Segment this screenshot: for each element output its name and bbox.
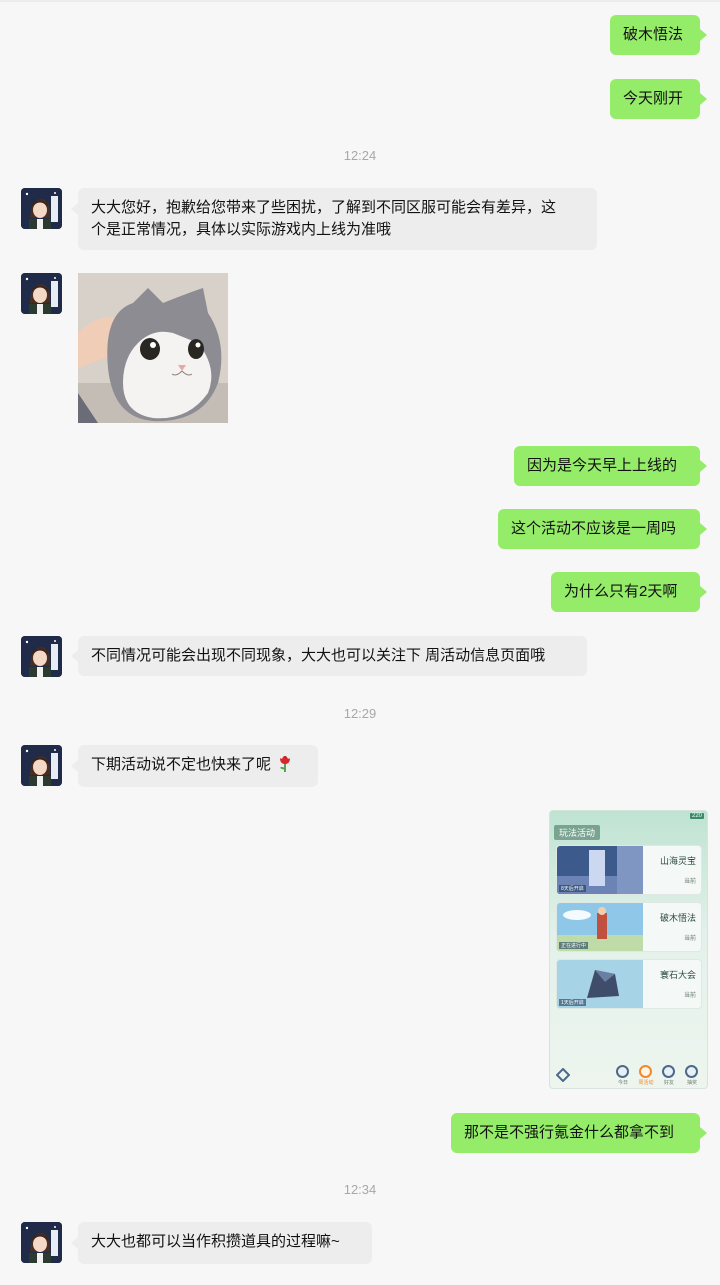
dock-icon	[616, 1065, 629, 1078]
their-message-bubble[interactable]: 大大也都可以当作积攒道具的过程嘛~	[78, 1222, 372, 1264]
bubble-tail	[700, 29, 707, 41]
activity-tag: 1天后开启	[559, 999, 586, 1006]
game-screenshot-image[interactable]: 220 玩法活动 山海灵宝 当前 8天后开启 破木悟法 当前 正在进行中 寰石大…	[549, 810, 708, 1089]
their-message-bubble[interactable]: 大大您好，抱歉给您带来了些困扰，了解到不同区服可能会有差异，这 个是正常情况，具…	[78, 188, 597, 250]
bubble-tail	[700, 586, 707, 598]
dock-icon	[662, 1065, 675, 1078]
bubble-tail	[700, 1127, 707, 1139]
dock-label: 周活动	[638, 1080, 654, 1086]
activity-card: 破木悟法 当前 正在进行中	[556, 902, 702, 952]
message-text: 下期活动说不定也快来了呢	[91, 756, 272, 773]
screenshot-clock: 220	[689, 813, 704, 819]
anime-avatar-icon	[21, 188, 62, 229]
their-message-bubble[interactable]: 下期活动说不定也快来了呢	[78, 745, 318, 787]
activity-sub: 当前	[683, 879, 696, 885]
my-message-bubble[interactable]: 破木悟法	[610, 15, 700, 55]
timestamp: 12:29	[343, 706, 377, 721]
avatar[interactable]	[21, 636, 62, 677]
activity-title: 破木悟法	[659, 913, 696, 923]
diamond-menu-icon	[556, 1068, 570, 1082]
bubble-tail	[71, 203, 78, 215]
bubble-tail	[71, 760, 78, 772]
anime-avatar-icon	[21, 745, 62, 786]
my-message-bubble[interactable]: 这个活动不应该是一周吗	[498, 509, 700, 549]
my-message-bubble[interactable]: 因为是今天早上上线的	[514, 446, 700, 486]
my-message-bubble[interactable]: 为什么只有2天啊	[551, 572, 700, 612]
timestamp: 12:34	[343, 1182, 377, 1197]
cat-picture	[78, 273, 228, 423]
dock-label: 抽奖	[686, 1080, 697, 1086]
activity-tag: 8天后开启	[559, 885, 586, 892]
anime-avatar-icon	[21, 273, 62, 314]
anime-avatar-icon	[21, 636, 62, 677]
my-message-bubble[interactable]: 今天刚开	[610, 79, 700, 119]
their-message-bubble[interactable]: 不同情况可能会出现不同现象，大大也可以关注下 周活动信息页面哦	[78, 636, 587, 676]
timestamp: 12:24	[343, 148, 377, 163]
rose-emoji-icon	[280, 756, 291, 772]
anime-avatar-icon	[21, 1222, 62, 1263]
activity-tag: 正在进行中	[559, 942, 589, 949]
message-line: 大大您好，抱歉给您带来了些困扰，了解到不同区服可能会有差异，这	[91, 199, 557, 216]
dock-icon	[685, 1065, 698, 1078]
activity-card: 寰石大会 当前 1天后开启	[556, 959, 702, 1009]
activity-sub: 当前	[683, 993, 696, 999]
avatar[interactable]	[21, 1222, 62, 1263]
bubble-tail	[71, 650, 78, 662]
avatar[interactable]	[21, 745, 62, 786]
avatar[interactable]	[21, 188, 62, 229]
dock-label: 今日	[617, 1080, 628, 1086]
dock-label: 好友	[663, 1080, 674, 1086]
dock-icon-active	[639, 1065, 652, 1078]
screenshot-bottom-dock: 今日 周活动 好友 抽奖	[550, 1060, 707, 1088]
activity-title: 山海灵宝	[659, 856, 696, 866]
my-message-bubble[interactable]: 那不是不强行氪金什么都拿不到	[451, 1113, 700, 1153]
bubble-tail	[700, 93, 707, 105]
message-line: 个是正常情况，具体以实际游戏内上线为准哦	[91, 221, 392, 238]
avatar[interactable]	[21, 273, 62, 314]
bubble-tail	[700, 460, 707, 472]
activity-sub: 当前	[683, 936, 696, 942]
bubble-tail	[700, 523, 707, 535]
activity-card: 山海灵宝 当前 8天后开启	[556, 845, 702, 895]
bubble-tail	[71, 1237, 78, 1249]
top-divider	[0, 0, 720, 2]
cat-photo-image[interactable]	[78, 273, 228, 423]
screenshot-header: 玩法活动	[554, 825, 601, 840]
activity-title: 寰石大会	[659, 970, 696, 980]
